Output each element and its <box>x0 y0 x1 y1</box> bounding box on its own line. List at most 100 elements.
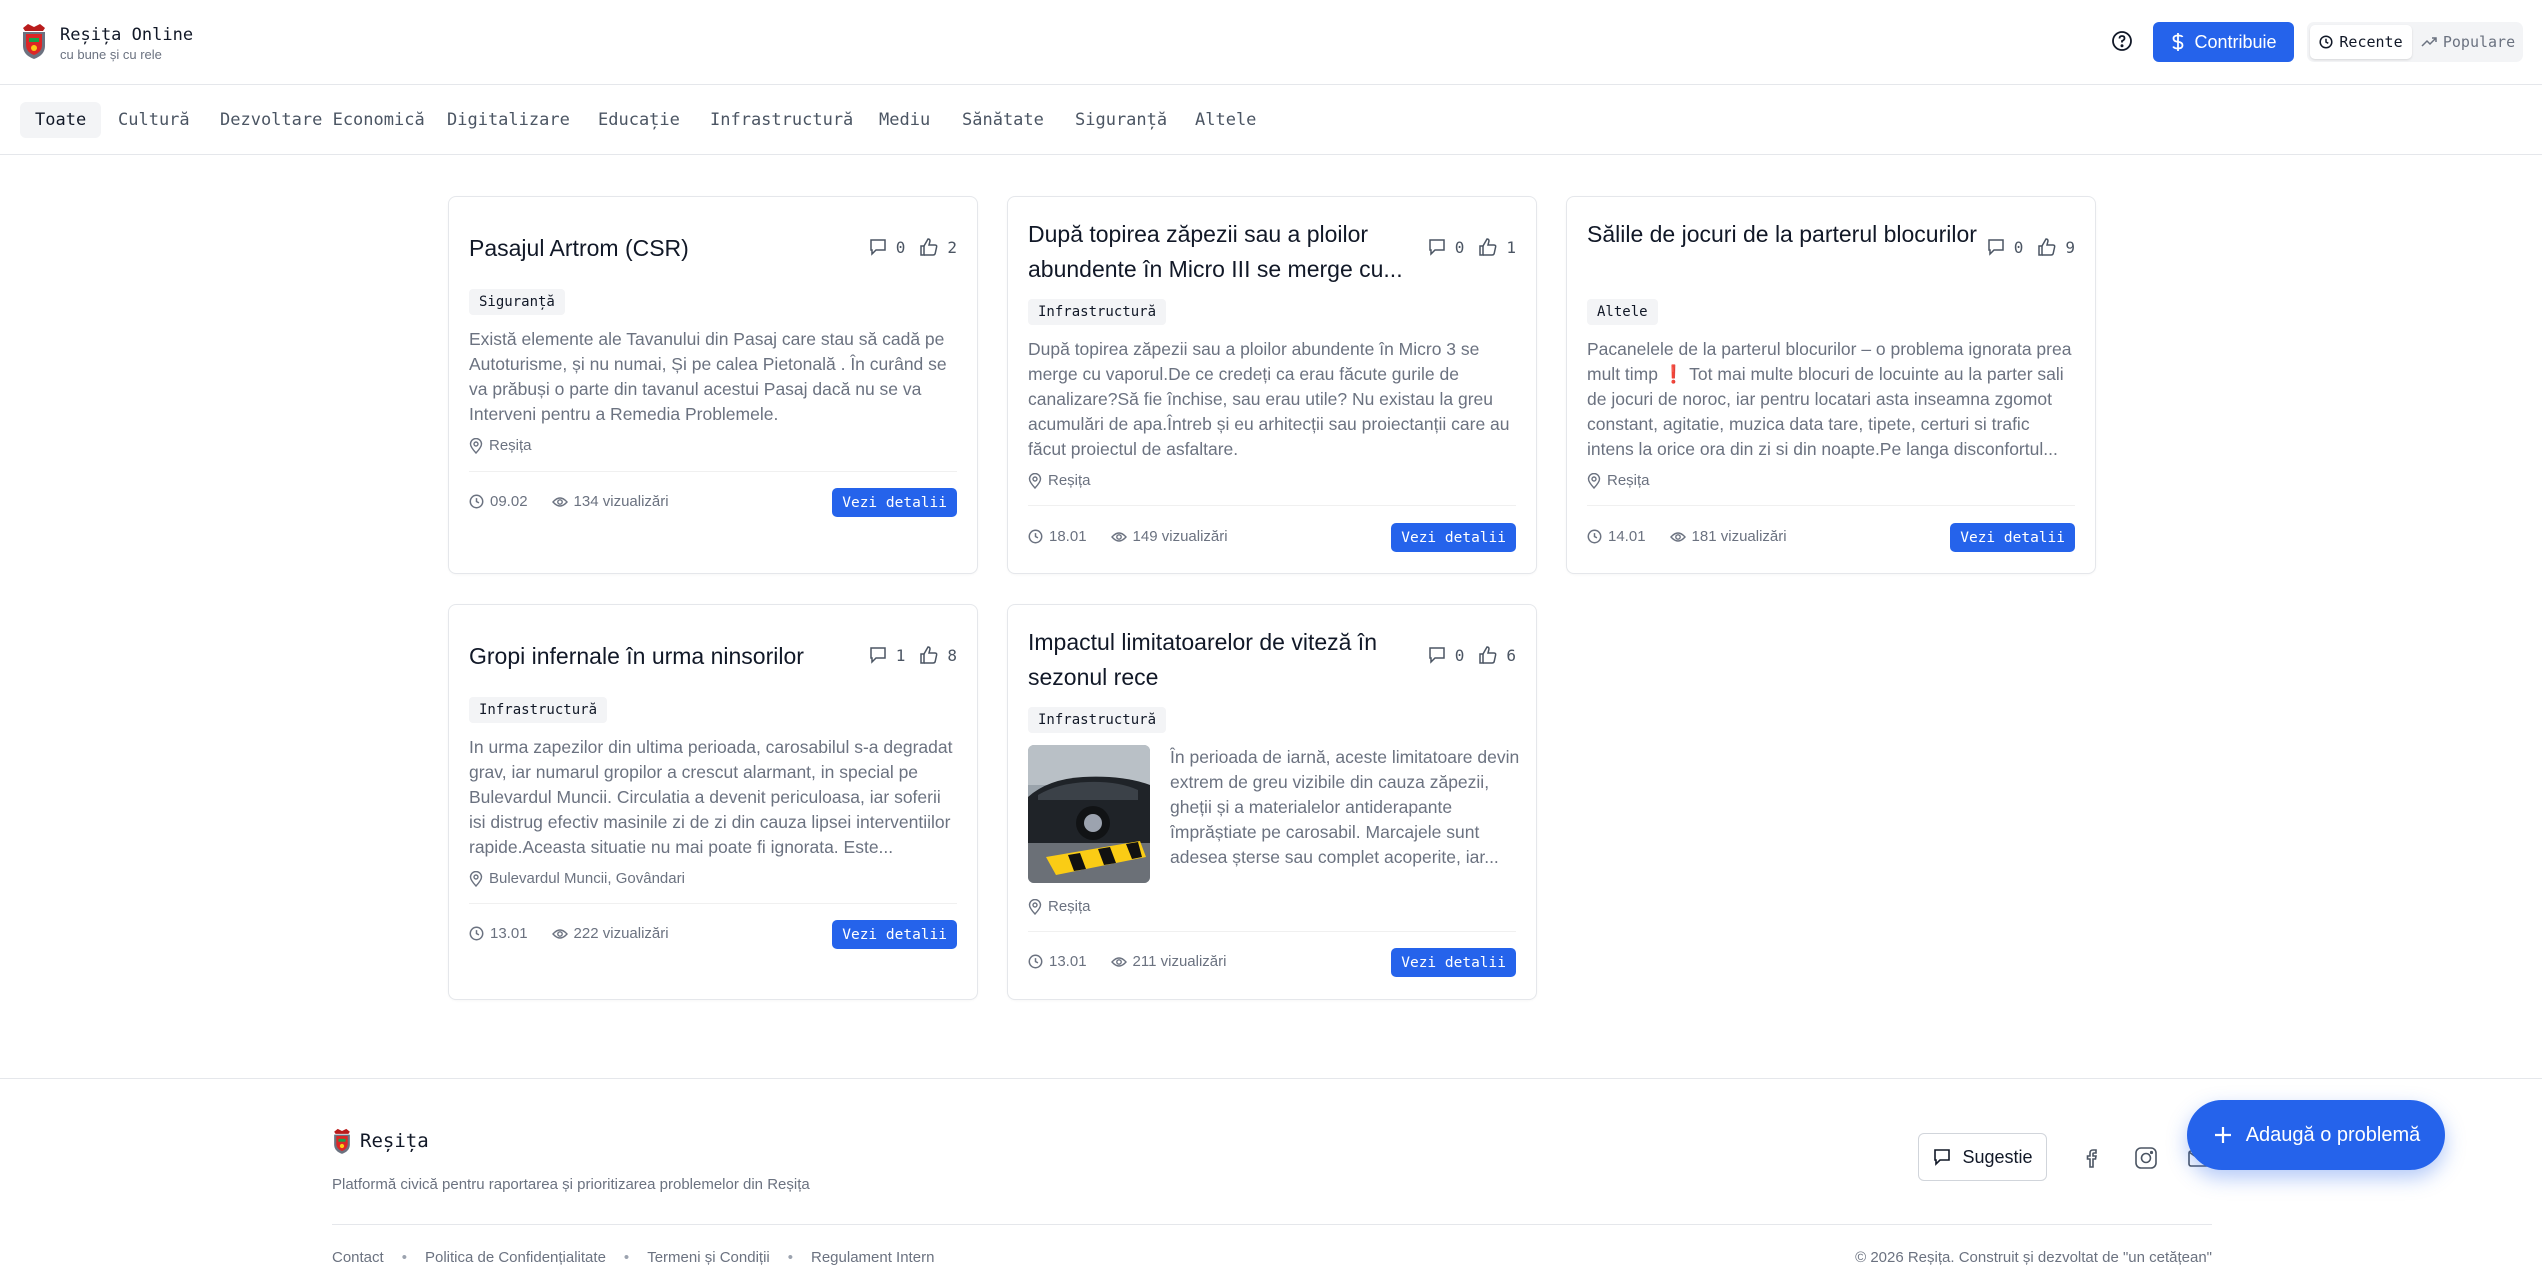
card-divider <box>1587 505 2075 506</box>
thumbs-up-icon[interactable] <box>919 645 939 665</box>
copyright: © 2026 Reșița. Construit și dezvoltat de… <box>1855 1249 2212 1266</box>
map-pin-icon <box>1028 898 1042 915</box>
view-details-button[interactable]: Vezi detalii <box>1950 523 2075 552</box>
map-pin-icon <box>1587 472 1601 489</box>
city-crest-logo-icon[interactable] <box>20 22 48 60</box>
location-text: Bulevardul Muncii, Govândari <box>489 870 685 887</box>
message-icon <box>1932 1147 1952 1167</box>
comment-icon <box>868 237 888 257</box>
comment-count: 0 <box>895 237 906 257</box>
clock-icon <box>2319 35 2333 49</box>
like-count: 2 <box>947 237 957 257</box>
issue-meta: 14.01 181 vizualizări <box>1587 528 1787 545</box>
sort-recent-button[interactable]: Recente <box>2310 25 2412 59</box>
issue-title[interactable]: Sălile de jocuri de la parterul blocuril… <box>1587 217 1977 287</box>
issue-meta: 13.01 211 vizualizări <box>1028 953 1226 970</box>
issue-title[interactable]: Pasajul Artrom (CSR) <box>469 231 859 266</box>
thumbs-up-icon[interactable] <box>1478 645 1498 665</box>
issue-card[interactable]: Gropi infernale în urma ninsorilor 1 8 I… <box>448 604 978 1000</box>
issue-location: Reșița <box>1028 472 1091 489</box>
location-text: Reșița <box>489 437 532 454</box>
eye-icon <box>1669 531 1686 543</box>
category-tab-digitalizare[interactable]: Digitalizare <box>432 102 585 138</box>
category-tab-sanatate[interactable]: Sănătate <box>947 102 1059 138</box>
issue-location: Bulevardul Muncii, Govândari <box>469 870 685 887</box>
footer-link-privacy[interactable]: Politica de Confidențialitate <box>425 1249 606 1266</box>
issue-title[interactable]: După topirea zăpezii sau a ploilor abund… <box>1028 217 1418 287</box>
view-details-button[interactable]: Vezi detalii <box>1391 948 1516 977</box>
footer-brand: Reșița <box>360 1130 429 1152</box>
category-tab-educatie[interactable]: Educație <box>583 102 695 138</box>
contribute-button[interactable]: Contribuie <box>2153 22 2294 62</box>
facebook-icon[interactable] <box>2078 1145 2104 1171</box>
issue-stats: 0 9 <box>1986 237 2075 257</box>
add-problem-button[interactable]: Adaugă o problemă <box>2187 1100 2445 1170</box>
issue-date: 09.02 <box>490 493 528 510</box>
issue-views: 211 vizualizări <box>1132 953 1227 970</box>
category-tab-mediu[interactable]: Mediu <box>864 102 945 138</box>
view-details-button[interactable]: Vezi detalii <box>832 920 957 949</box>
location-text: Reșița <box>1048 472 1091 489</box>
eye-icon <box>551 496 568 508</box>
sort-popular-label: Populare <box>2442 33 2516 51</box>
issue-stats: 0 1 <box>1427 237 1516 257</box>
issue-description: În perioada de iarnă, aceste limitatoare… <box>1170 747 1520 867</box>
category-tab-altele[interactable]: Altele <box>1180 102 1271 138</box>
sort-toggle: Recente Populare <box>2307 22 2523 62</box>
thumbs-up-icon[interactable] <box>2037 237 2057 257</box>
footer-link-contact[interactable]: Contact <box>332 1249 384 1266</box>
issue-stats: 1 8 <box>868 645 957 665</box>
issue-card[interactable]: Pasajul Artrom (CSR) 0 2 Siguranță Exist… <box>448 196 978 574</box>
category-tab-dezvoltare-economica[interactable]: Dezvoltare Economică <box>205 102 440 138</box>
like-count: 6 <box>1506 645 1516 665</box>
separator-dot: • <box>623 1249 630 1266</box>
comment-count: 1 <box>895 645 906 665</box>
thumbs-up-icon[interactable] <box>1478 237 1498 257</box>
category-tab-cultura[interactable]: Cultură <box>103 102 205 138</box>
issue-views: 149 vizualizări <box>1132 528 1228 545</box>
view-details-button[interactable]: Vezi detalii <box>1391 523 1516 552</box>
separator-dot: • <box>401 1249 407 1266</box>
separator-dot: • <box>787 1249 793 1266</box>
issue-meta: 13.01 222 vizualizări <box>469 925 669 942</box>
category-tab-infrastructura[interactable]: Infrastructură <box>695 102 868 138</box>
issue-title[interactable]: Impactul limitatoarelor de viteză în sez… <box>1028 625 1418 695</box>
issue-views: 181 vizualizări <box>1691 528 1787 545</box>
footer-links: Contact • Politica de Confidențialitate … <box>332 1249 934 1266</box>
map-pin-icon <box>469 870 483 887</box>
footer-divider <box>332 1224 2212 1225</box>
category-tab-toate[interactable]: Toate <box>20 102 102 138</box>
site-title[interactable]: Reșița Online <box>60 25 193 45</box>
suggestion-label: Sugestie <box>1962 1146 2033 1167</box>
issue-description: Există elemente ale Tavanului din Pasaj … <box>469 329 947 424</box>
footer-link-rules[interactable]: Regulament Intern <box>811 1249 934 1266</box>
thumbs-up-icon[interactable] <box>919 237 939 257</box>
like-count: 8 <box>947 645 957 665</box>
issue-date: 14.01 <box>1608 528 1646 545</box>
issue-views: 134 vizualizări <box>573 493 669 510</box>
issue-photo[interactable] <box>1028 745 1150 883</box>
footer-description: Platformă civică pentru raportarea și pr… <box>332 1176 810 1193</box>
clock-icon <box>469 926 484 941</box>
issue-title[interactable]: Gropi infernale în urma ninsorilor <box>469 639 859 674</box>
dollar-icon <box>2170 32 2186 52</box>
suggestion-button[interactable]: Sugestie <box>1918 1133 2047 1181</box>
comment-icon <box>1427 237 1447 257</box>
issue-meta: 09.02 134 vizualizări <box>469 493 669 510</box>
category-tab-siguranta[interactable]: Siguranță <box>1060 102 1182 138</box>
view-details-button[interactable]: Vezi detalii <box>832 488 957 517</box>
instagram-icon[interactable] <box>2133 1145 2159 1171</box>
category-badge: Altele <box>1587 299 1658 325</box>
issue-card[interactable]: Sălile de jocuri de la parterul blocuril… <box>1566 196 2096 574</box>
issue-card[interactable]: După topirea zăpezii sau a ploilor abund… <box>1007 196 1537 574</box>
issue-card[interactable]: Impactul limitatoarelor de viteză în sez… <box>1007 604 1537 1000</box>
help-icon[interactable] <box>2110 29 2134 53</box>
sort-popular-button[interactable]: Populare <box>2415 25 2521 59</box>
category-badge: Infrastructură <box>1028 707 1167 733</box>
clock-icon <box>1028 954 1043 969</box>
city-crest-logo-icon <box>332 1127 352 1155</box>
footer-link-terms[interactable]: Termeni și Condiții <box>647 1249 770 1266</box>
map-pin-icon <box>469 437 483 454</box>
issue-location: Reșița <box>469 437 532 454</box>
issue-date: 13.01 <box>490 925 528 942</box>
